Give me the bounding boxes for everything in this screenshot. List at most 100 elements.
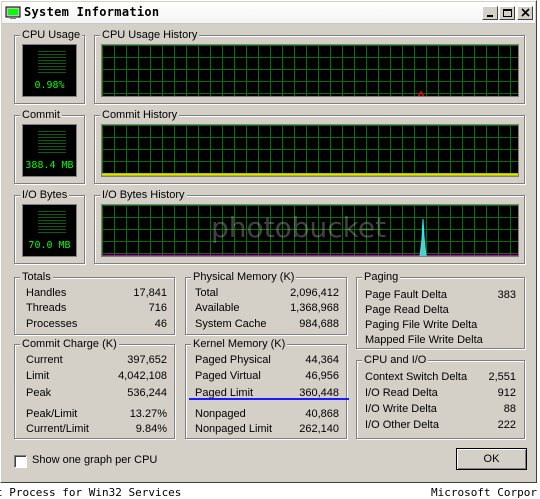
commit-history-line [102, 173, 518, 176]
annotation-underline [189, 398, 349, 400]
kernel-row-paged-virtual: Paged Virtual 46,956 [195, 368, 339, 384]
cpu-usage-value: 0.98% [34, 80, 65, 91]
watermark: photobucket [211, 211, 387, 244]
kernel-memory-group: Kernel Memory (K) Paged Physical 44,364 … [185, 337, 347, 439]
row-value: 17,841 [133, 287, 167, 299]
row-label: Total [195, 287, 219, 299]
row-value: 2,096,412 [290, 287, 339, 299]
minimize-button[interactable] [482, 6, 498, 20]
cpu-io-label: CPU and I/O [362, 353, 429, 367]
paging-label: Paging [362, 270, 401, 284]
physical-row-available: Available 1,368,968 [195, 300, 339, 316]
title-bar[interactable]: System Information [2, 2, 535, 24]
io-bytes-group: I/O Bytes 70.0 MB [14, 188, 85, 264]
row-value: 88 [503, 403, 516, 415]
commit-label: Commit [20, 108, 62, 122]
cpu-io-group: CPU and I/O Context Switch Delta 2,551 I… [356, 353, 525, 439]
io-history-label: I/O Bytes History [100, 188, 187, 202]
row-value: 222 [497, 419, 516, 431]
minimize-icon [487, 15, 493, 17]
totals-row-threads: Threads 716 [26, 300, 167, 316]
paging-row-mapped-file-write: Mapped File Write Delta [365, 332, 516, 348]
row-label: Limit [26, 370, 50, 382]
row-value: 13.27% [129, 408, 167, 420]
cpu-history-label: CPU Usage History [100, 28, 200, 42]
commit-row-limit: Limit 4,042,108 [26, 368, 167, 384]
physical-memory-group: Physical Memory (K) Total 2,096,412 Avai… [185, 270, 347, 335]
ok-button[interactable]: OK [456, 448, 527, 470]
commit-row-current: Current 397,652 [26, 352, 167, 368]
row-label: Page Read Delta [365, 304, 449, 316]
commit-row-peak: Peak 536,244 [26, 385, 167, 401]
row-label: Nonpaged Limit [195, 423, 273, 435]
commit-meter-bars [38, 131, 66, 153]
process-description-text: t Process for Win32 Services [0, 486, 182, 499]
maximize-icon [503, 9, 512, 17]
row-value: 397,652 [127, 354, 167, 366]
row-value: 40,868 [305, 408, 339, 420]
physical-row-total: Total 2,096,412 [195, 285, 339, 301]
cpu-usage-group: CPU Usage 0.98% [14, 28, 85, 104]
cpuio-row-io-other: I/O Other Delta 222 [365, 417, 516, 433]
row-label: Available [195, 302, 240, 314]
commit-history-graph [101, 124, 519, 177]
row-label: Paged Physical [195, 354, 271, 366]
cpu-history-line [417, 90, 425, 96]
row-label: Paging File Write Delta [365, 319, 478, 331]
row-label: Nonpaged [195, 408, 246, 420]
row-label: Threads [26, 302, 67, 314]
totals-group: Totals Handles 17,841 Threads 716 Proces… [14, 270, 175, 335]
commit-charge-group: Commit Charge (K) Current 397,652 Limit … [14, 337, 175, 439]
row-value: 4,042,108 [118, 370, 167, 382]
process-company-text: Microsoft Corpor [431, 486, 537, 499]
show-one-graph-label[interactable]: Show one graph per CPU [32, 454, 157, 466]
kernel-row-paged-physical: Paged Physical 44,364 [195, 352, 339, 368]
row-label: Peak/Limit [26, 408, 78, 420]
row-label: Mapped File Write Delta [365, 334, 483, 346]
close-button[interactable] [517, 6, 533, 20]
system-information-window: System Information CPU Usage 0.98% CPU U… [0, 0, 537, 483]
row-value: 2,551 [488, 371, 516, 383]
cpu-usage-meter: 0.98% [22, 44, 77, 97]
paging-row-paging-file-write: Paging File Write Delta [365, 317, 516, 333]
commit-charge-label: Commit Charge (K) [20, 337, 119, 351]
row-value: 1,368,968 [290, 302, 339, 314]
row-label: I/O Write Delta [365, 403, 437, 415]
row-value: 383 [497, 289, 516, 301]
io-bytes-meter: 70.0 MB [22, 204, 77, 257]
paging-row-page-read: Page Read Delta [365, 302, 516, 318]
totals-row-handles: Handles 17,841 [26, 285, 167, 301]
row-label: Context Switch Delta [365, 371, 468, 383]
row-label: I/O Other Delta [365, 419, 439, 431]
row-label: Current/Limit [26, 423, 89, 435]
cpuio-row-io-read: I/O Read Delta 912 [365, 385, 516, 401]
physical-row-system-cache: System Cache 984,688 [195, 316, 339, 332]
row-label: Handles [26, 287, 67, 299]
commit-row-current-limit: Current/Limit 9.84% [26, 421, 167, 437]
maximize-button[interactable] [499, 6, 515, 20]
commit-group: Commit 388.4 MB [14, 108, 85, 184]
show-one-graph-checkbox[interactable] [14, 455, 27, 468]
cpu-meter-bars [38, 51, 66, 73]
cpu-history-group: CPU Usage History [94, 28, 525, 104]
window-title: System Information [24, 5, 160, 19]
row-label: Processes [26, 318, 78, 330]
app-icon [5, 6, 21, 19]
paging-group: Paging Page Fault Delta 383 Page Read De… [356, 270, 525, 349]
row-value: 912 [497, 387, 516, 399]
commit-history-group: Commit History [94, 108, 525, 184]
cpuio-row-context-switch: Context Switch Delta 2,551 [365, 369, 516, 385]
row-value: 9.84% [135, 423, 167, 435]
commit-row-peak-limit: Peak/Limit 13.27% [26, 406, 167, 422]
commit-meter: 388.4 MB [22, 124, 77, 177]
row-label: System Cache [195, 318, 267, 330]
kernel-memory-label: Kernel Memory (K) [191, 337, 288, 351]
row-label: Paged Virtual [195, 370, 261, 382]
row-label: Current [26, 354, 63, 366]
row-label: I/O Read Delta [365, 387, 438, 399]
paging-row-page-fault: Page Fault Delta 383 [365, 287, 516, 303]
kernel-row-nonpaged: Nonpaged 40,868 [195, 406, 339, 422]
cpu-history-graph [101, 44, 519, 97]
totals-label: Totals [20, 270, 53, 284]
row-value: 262,140 [299, 423, 339, 435]
